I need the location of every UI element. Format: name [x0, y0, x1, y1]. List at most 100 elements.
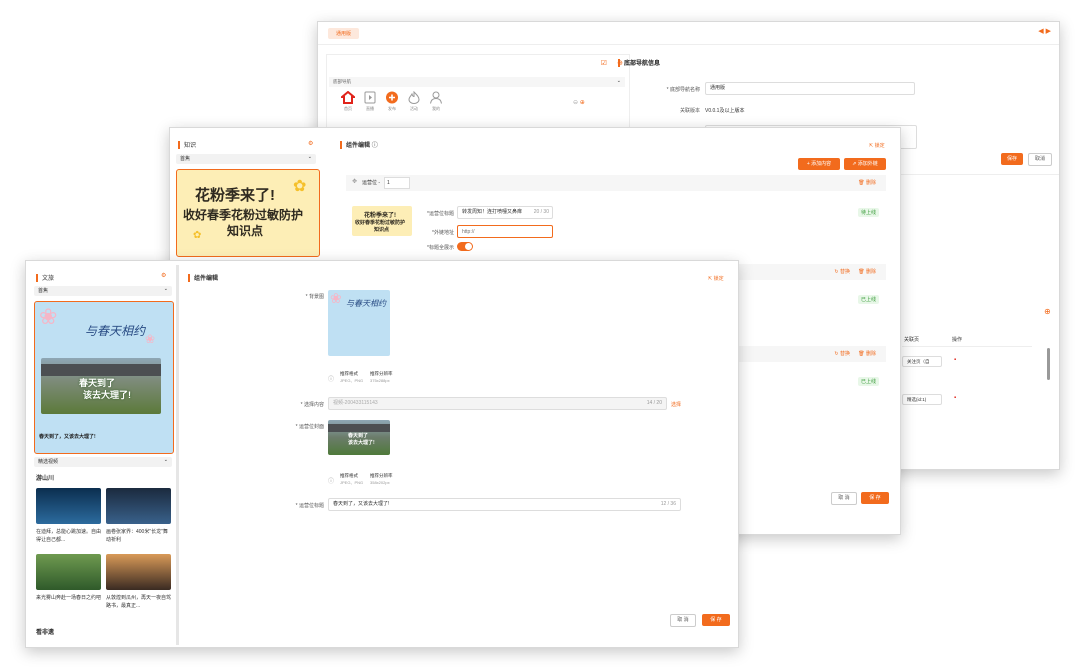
- nav-actions-icon[interactable]: ⊖ ⊕: [573, 99, 585, 106]
- cancel-button[interactable]: 取 消: [670, 614, 696, 627]
- cancel-button[interactable]: 取消: [1028, 153, 1052, 166]
- trash-icon: 🗑︎: [858, 180, 865, 186]
- video-thumbnail[interactable]: [36, 554, 101, 590]
- main-title-text: 组件编辑: [194, 276, 219, 282]
- title-input[interactable]: 春天到了，又该去大理了! 12 / 36: [328, 498, 681, 511]
- info-icon: ⓘ: [328, 377, 335, 383]
- left-scrollbar[interactable]: [176, 265, 179, 645]
- delete-icon[interactable]: ▪: [954, 357, 956, 363]
- lock-button[interactable]: ⇱ 锁定: [708, 275, 724, 282]
- video-thumbnail[interactable]: [106, 554, 171, 590]
- show-title-toggle[interactable]: [457, 242, 473, 251]
- save-button[interactable]: 保 存: [861, 492, 889, 504]
- thumb-text: 花粉季来了!: [364, 213, 396, 219]
- video-thumbnail[interactable]: [36, 488, 101, 524]
- main-title: 组件编辑 ⓘ: [340, 140, 378, 150]
- cover-image[interactable]: 春天到了 该去大理了!: [328, 420, 390, 455]
- video-title: 来光雾山奔赴一场春日之约吧: [36, 595, 102, 601]
- lock-label: 锁定: [713, 276, 724, 282]
- replace-button[interactable]: ↻ 替换: [834, 350, 850, 357]
- delete-icon[interactable]: ▪: [954, 395, 956, 401]
- drag-handle-icon[interactable]: ✥: [352, 178, 357, 185]
- add-content-button[interactable]: + 添加内容: [798, 158, 840, 170]
- section-heading: 游山川: [36, 476, 55, 482]
- nav-item-publish[interactable]: 发布: [383, 91, 401, 112]
- add-row-icon[interactable]: ⊕: [1044, 307, 1051, 316]
- delete-button[interactable]: 🗑︎ 删除: [858, 350, 876, 357]
- replace-button[interactable]: ↻ 替换: [834, 268, 850, 275]
- add-link-button[interactable]: ⇗ 添加外链: [844, 158, 886, 170]
- delete-button[interactable]: 🗑︎ 删除: [858, 268, 876, 275]
- nav-header-label: 底部导航: [333, 79, 351, 84]
- link-input[interactable]: [457, 225, 553, 238]
- lock-button[interactable]: ⇱ 锁定: [869, 142, 885, 149]
- page-select[interactable]: 精选(id:1): [902, 394, 942, 405]
- banner-title: 与春天相约: [85, 324, 146, 338]
- blossom-icon: ❀: [330, 290, 342, 306]
- table-row: 关注页（自 ▪: [902, 354, 1032, 372]
- banner-card[interactable]: 花粉季来了! 收好春季花粉过敏防护 知识点 ✿ ✿: [176, 169, 320, 257]
- select-content-input[interactable]: 视频-200433115143 14 / 20: [328, 397, 667, 410]
- name-input[interactable]: 通用版: [705, 82, 915, 95]
- rec-res-value: 358x202px: [370, 480, 390, 485]
- refresh-icon: ↻: [834, 351, 839, 357]
- page-select[interactable]: 关注页（自: [902, 356, 942, 367]
- link-label: *外链地址: [432, 230, 454, 236]
- background-image[interactable]: ❀ 与春天相约: [328, 290, 390, 356]
- video-select[interactable]: 精选视频 ⌄: [34, 457, 172, 467]
- tab-general[interactable]: 通用版: [328, 28, 360, 39]
- settings-icon[interactable]: ⚙: [308, 140, 313, 147]
- section-title: 底部导航信息: [618, 58, 660, 68]
- nav-header-bar[interactable]: 底部导航 ⌄: [329, 77, 625, 87]
- main-title: 组件编辑: [188, 273, 219, 283]
- banner-line3: 知识点: [227, 224, 264, 238]
- char-count: 14 / 20: [646, 400, 662, 406]
- video-title: 在迪拜，总能心跳加速。自由得让自己都...: [36, 529, 102, 543]
- window-culture-tourism: 文旅 ⚙ 首焦 ⌄ ❀ ❀ 与春天相约 春天到了 该去大理了! 春天到了，又该去…: [25, 260, 739, 648]
- nav-item-home[interactable]: 首页: [339, 90, 357, 112]
- flower-icon: ✿: [293, 178, 307, 195]
- left-title: 知识: [178, 140, 196, 150]
- save-button[interactable]: 保 存: [702, 614, 730, 626]
- settings-icon[interactable]: ⚙: [161, 272, 166, 279]
- card-title-input[interactable]: 转发周知！连打喷嚏又鼻痒 20 / 30: [457, 206, 553, 219]
- nav-item-activity[interactable]: 活动: [405, 90, 423, 112]
- nav-label: 发布: [388, 106, 396, 111]
- status-badge: 已上线: [858, 295, 880, 304]
- select-link[interactable]: 选择: [671, 401, 681, 408]
- left-title: 文旅: [36, 273, 55, 283]
- version-label: 关联版本: [679, 108, 700, 114]
- delete-button[interactable]: 🗑︎ 删除: [858, 179, 876, 186]
- char-count: 12 / 36: [660, 501, 676, 507]
- banner-card[interactable]: ❀ ❀ 与春天相约 春天到了 该去大理了! 春天到了，又该去大理了!: [34, 301, 174, 454]
- nav-arrows-icon[interactable]: ◀ ▶: [1038, 27, 1051, 35]
- rec-res-label: 推荐分辨率: [370, 473, 393, 478]
- format-hint: ⓘ 推荐格式 JPEG、PNG 推荐分辨率 375x288px: [328, 371, 408, 389]
- cover-text: 春天到了: [348, 433, 369, 439]
- left-select[interactable]: 首焦 ⌄: [34, 286, 172, 296]
- position-header: ✥ 运营位 - 1 🗑︎ 删除: [346, 175, 886, 191]
- save-button[interactable]: 保存: [1001, 153, 1023, 165]
- cancel-button[interactable]: 取 消: [831, 492, 857, 505]
- rec-format-value: JPEG、PNG: [340, 480, 364, 485]
- nav-item-live[interactable]: 直播: [361, 91, 379, 112]
- delete-label: 删除: [865, 180, 876, 186]
- chevron-down-icon: ⌄: [163, 286, 168, 292]
- status-badge: 待上线: [858, 208, 880, 217]
- card-title-label: *运营位标题: [427, 211, 454, 217]
- nav-label: 我的: [432, 106, 440, 111]
- show-title-label: *标题全展示: [427, 245, 454, 251]
- section-heading: 看非遗: [36, 630, 55, 636]
- video-thumbnail[interactable]: [106, 488, 171, 524]
- edit-icon[interactable]: ☑: [601, 59, 607, 67]
- nav-item-mine[interactable]: 我的: [427, 91, 445, 112]
- left-select-value: 首焦: [38, 288, 49, 294]
- column-header: 关联页: [904, 337, 920, 343]
- format-hint: ⓘ 推荐格式 JPEG、PNG 推荐分辨率 358x202px: [328, 473, 408, 491]
- position-input[interactable]: 1: [384, 177, 410, 189]
- scrollbar[interactable]: [1047, 348, 1050, 380]
- lock-icon: ⇱: [869, 143, 874, 149]
- left-title-text: 文旅: [42, 276, 55, 282]
- left-select[interactable]: 首焦 ⌄: [176, 154, 316, 164]
- select-content-value: 视频-200433115143: [333, 400, 378, 406]
